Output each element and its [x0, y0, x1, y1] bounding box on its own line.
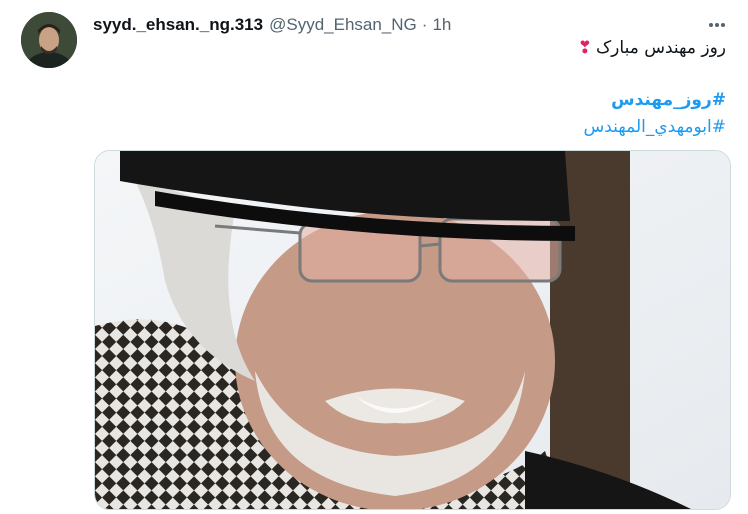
user-handle[interactable]: @Syyd_Ehsan_NG	[269, 15, 417, 35]
more-horizontal-icon[interactable]	[702, 14, 732, 36]
display-name[interactable]: syyd._ehsan._ng.313	[93, 15, 263, 35]
tweet-media-photo[interactable]	[94, 150, 731, 510]
tweet-header: syyd._ehsan._ng.313 @Syyd_Ehsan_NG · 1h	[93, 14, 451, 36]
photo-image	[95, 151, 730, 509]
tweet-text-content: روز مهندس مبارک	[595, 38, 726, 58]
tweet-card[interactable]: syyd._ehsan._ng.313 @Syyd_Ehsan_NG · 1h …	[0, 0, 748, 514]
avatar[interactable]	[21, 12, 77, 68]
tweet-text: روز مهندس مبارک❣	[578, 38, 726, 58]
heart-exclamation-icon: ❣	[577, 38, 592, 58]
hashtag-link[interactable]: #روز_مهندس	[611, 90, 726, 110]
avatar-image	[21, 12, 77, 68]
timestamp[interactable]: 1h	[432, 15, 451, 35]
hashtag-link[interactable]: #ابومهدي_المهندس	[583, 117, 726, 137]
separator-dot: ·	[421, 15, 428, 34]
